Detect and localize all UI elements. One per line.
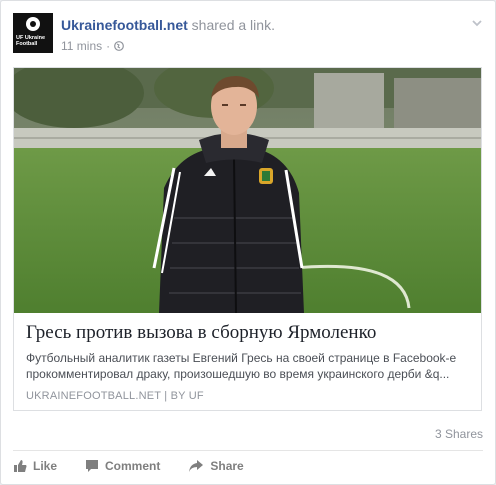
post-time[interactable]: 11 mins [61, 39, 102, 53]
avatar-logo-text: UF Ukraine Football [16, 35, 46, 47]
post-meta: 11 mins · [61, 39, 125, 53]
post-action-text: shared a link. [187, 17, 275, 33]
football-logo-icon [26, 17, 40, 31]
chevron-down-icon[interactable] [471, 17, 483, 29]
actions-divider [13, 450, 483, 451]
meta-separator: · [106, 39, 111, 53]
link-preview-image[interactable] [14, 68, 481, 313]
share-button[interactable]: Share [188, 459, 244, 473]
share-arrow-icon [189, 460, 204, 472]
shares-count[interactable]: 3 Shares [435, 427, 483, 441]
page-name-link[interactable]: Ukrainefootball.net [61, 17, 188, 33]
like-button[interactable]: Like [13, 459, 57, 473]
globe-icon[interactable] [114, 41, 125, 51]
feed-post: UF Ukraine Football Ukrainefootball.net s… [0, 0, 496, 485]
link-source: UKRAINEFOOTBALL.NET | BY UF [26, 390, 204, 402]
comment-icon [86, 460, 99, 472]
link-preview-card[interactable]: Гресь против вызова в сборную Ярмоленко … [13, 67, 482, 411]
page-avatar[interactable]: UF Ukraine Football [13, 13, 53, 53]
link-description: Футбольный аналитик газеты Евгений Гресь… [26, 351, 457, 381]
thumbs-up-icon [14, 460, 27, 472]
post-header: Ukrainefootball.net shared a link. [61, 17, 275, 33]
share-label: Share [210, 459, 244, 473]
comment-button[interactable]: Comment [85, 459, 160, 473]
like-label: Like [33, 459, 58, 473]
post-actions-bar: Like Comment Share [13, 459, 272, 473]
link-title[interactable]: Гресь против вызова в сборную Ярмоленко [26, 322, 471, 344]
comment-label: Comment [105, 459, 161, 473]
